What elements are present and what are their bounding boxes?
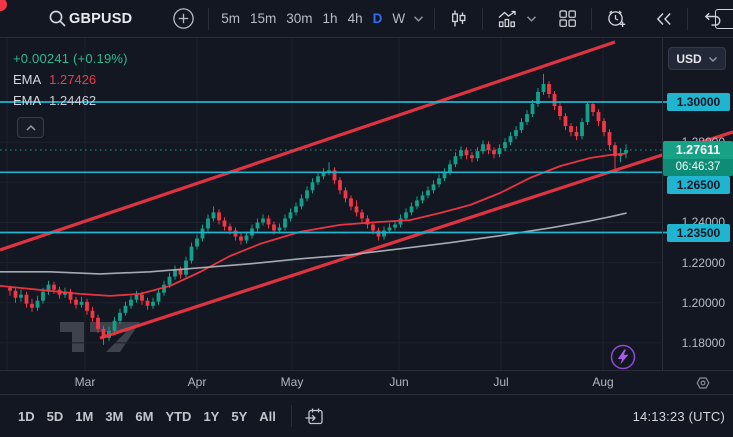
tradingview-chart-app: GBPUSD 5m 15m 30m 1h 4h D W xyxy=(0,0,733,437)
range-all[interactable]: All xyxy=(253,405,282,428)
boost-button[interactable] xyxy=(609,343,637,371)
axis-settings-button[interactable] xyxy=(695,375,711,391)
compare-add-button[interactable] xyxy=(166,5,201,33)
bar-replay-button[interactable] xyxy=(648,5,680,33)
server-clock[interactable]: 14:13:23 (UTC) xyxy=(633,409,725,424)
range-ytd[interactable]: YTD xyxy=(159,405,197,428)
bar-countdown-timer: 06:46:37 xyxy=(663,159,733,176)
range-5y[interactable]: 5Y xyxy=(225,405,253,428)
interval-dropdown-button[interactable] xyxy=(410,5,427,33)
interval-1w[interactable]: W xyxy=(387,5,410,33)
range-1m[interactable]: 1M xyxy=(69,405,99,428)
range-3m[interactable]: 3M xyxy=(99,405,129,428)
ema-label: EMA xyxy=(13,93,41,108)
range-5d[interactable]: 5D xyxy=(41,405,70,428)
chevron-down-icon xyxy=(526,14,537,23)
plus-circle-icon xyxy=(172,7,195,30)
currency-label: USD xyxy=(676,52,701,66)
chevron-down-icon xyxy=(413,14,424,23)
symbol-name: GBPUSD xyxy=(67,11,136,27)
price-axis-label: 1.18000 xyxy=(682,335,725,351)
price-level-badge: 1.26500 xyxy=(667,176,730,194)
toolbar-separator xyxy=(434,8,435,30)
go-to-date-button[interactable] xyxy=(301,402,328,430)
calendar-arrow-icon xyxy=(304,406,325,427)
time-axis[interactable]: Mar Apr May Jun Jul Aug xyxy=(0,370,733,394)
month-label-mar: Mar xyxy=(75,375,96,389)
month-label-jun: Jun xyxy=(389,375,408,389)
toolbar-separator xyxy=(291,405,292,427)
ema-value: 1.27426 xyxy=(49,72,96,87)
range-1y[interactable]: 1Y xyxy=(197,405,225,428)
layout-grid-button[interactable] xyxy=(551,5,584,33)
legend-collapse-button[interactable] xyxy=(17,117,44,138)
ema-label: EMA xyxy=(13,72,41,87)
replay-rewind-icon xyxy=(654,9,674,29)
save-layout-button[interactable] xyxy=(715,9,733,29)
toolbar-separator xyxy=(482,8,483,30)
toolbar-separator xyxy=(591,8,592,30)
current-price-badge: 1.27611 06:46:37 xyxy=(663,141,733,176)
month-label-jul: Jul xyxy=(493,375,508,389)
interval-5m[interactable]: 5m xyxy=(216,5,245,33)
toolbar-separator xyxy=(687,8,688,30)
chart-style-button[interactable] xyxy=(442,5,475,33)
chevron-up-icon xyxy=(25,124,37,132)
currency-toggle-button[interactable]: USD xyxy=(668,47,726,70)
search-icon xyxy=(48,9,67,28)
toolbar-separator xyxy=(208,8,209,30)
candlestick-style-icon xyxy=(448,8,469,29)
indicator-row-ema-slow[interactable]: EMA 1.24462 xyxy=(13,90,128,111)
top-toolbar: GBPUSD 5m 15m 30m 1h 4h D W xyxy=(0,0,733,38)
gear-icon xyxy=(695,375,711,391)
price-axis[interactable]: USD 1.280001.240001.220001.200001.18000 … xyxy=(662,38,733,370)
interval-30m[interactable]: 30m xyxy=(281,5,317,33)
price-axis-label: 1.20000 xyxy=(682,295,725,311)
interval-4h[interactable]: 4h xyxy=(343,5,368,33)
indicators-icon xyxy=(496,9,519,29)
current-price-value: 1.27611 xyxy=(663,141,733,159)
lightning-bolt-icon xyxy=(609,343,637,371)
indicators-button[interactable] xyxy=(490,5,543,33)
interval-15m[interactable]: 15m xyxy=(245,5,281,33)
range-1d[interactable]: 1D xyxy=(12,405,41,428)
interval-1h[interactable]: 1h xyxy=(318,5,343,33)
price-level-badge: 1.30000 xyxy=(667,93,730,111)
month-label-aug: Aug xyxy=(592,375,613,389)
chevron-down-icon xyxy=(708,55,718,63)
month-label-apr: Apr xyxy=(188,375,207,389)
ema-value: 1.24462 xyxy=(49,93,96,108)
grid-layout-icon xyxy=(557,8,578,29)
alarm-clock-plus-icon xyxy=(605,7,628,30)
range-6m[interactable]: 6M xyxy=(129,405,159,428)
notification-dot xyxy=(0,0,7,11)
chart-legend: +0.00241 (+0.19%) EMA 1.27426 EMA 1.2446… xyxy=(13,48,128,111)
create-alert-button[interactable] xyxy=(599,5,634,33)
price-change-label: +0.00241 (+0.19%) xyxy=(13,48,128,69)
month-label-may: May xyxy=(281,375,304,389)
symbol-search-button[interactable]: GBPUSD xyxy=(42,5,142,33)
indicator-row-ema-fast[interactable]: EMA 1.27426 xyxy=(13,69,128,90)
price-axis-label: 1.22000 xyxy=(682,255,725,271)
interval-1d-active[interactable]: D xyxy=(368,5,388,33)
bottom-toolbar: 1D 5D 1M 3M 6M YTD 1Y 5Y All 14:13:23 (U… xyxy=(0,394,733,437)
price-level-badge: 1.23500 xyxy=(667,224,730,242)
